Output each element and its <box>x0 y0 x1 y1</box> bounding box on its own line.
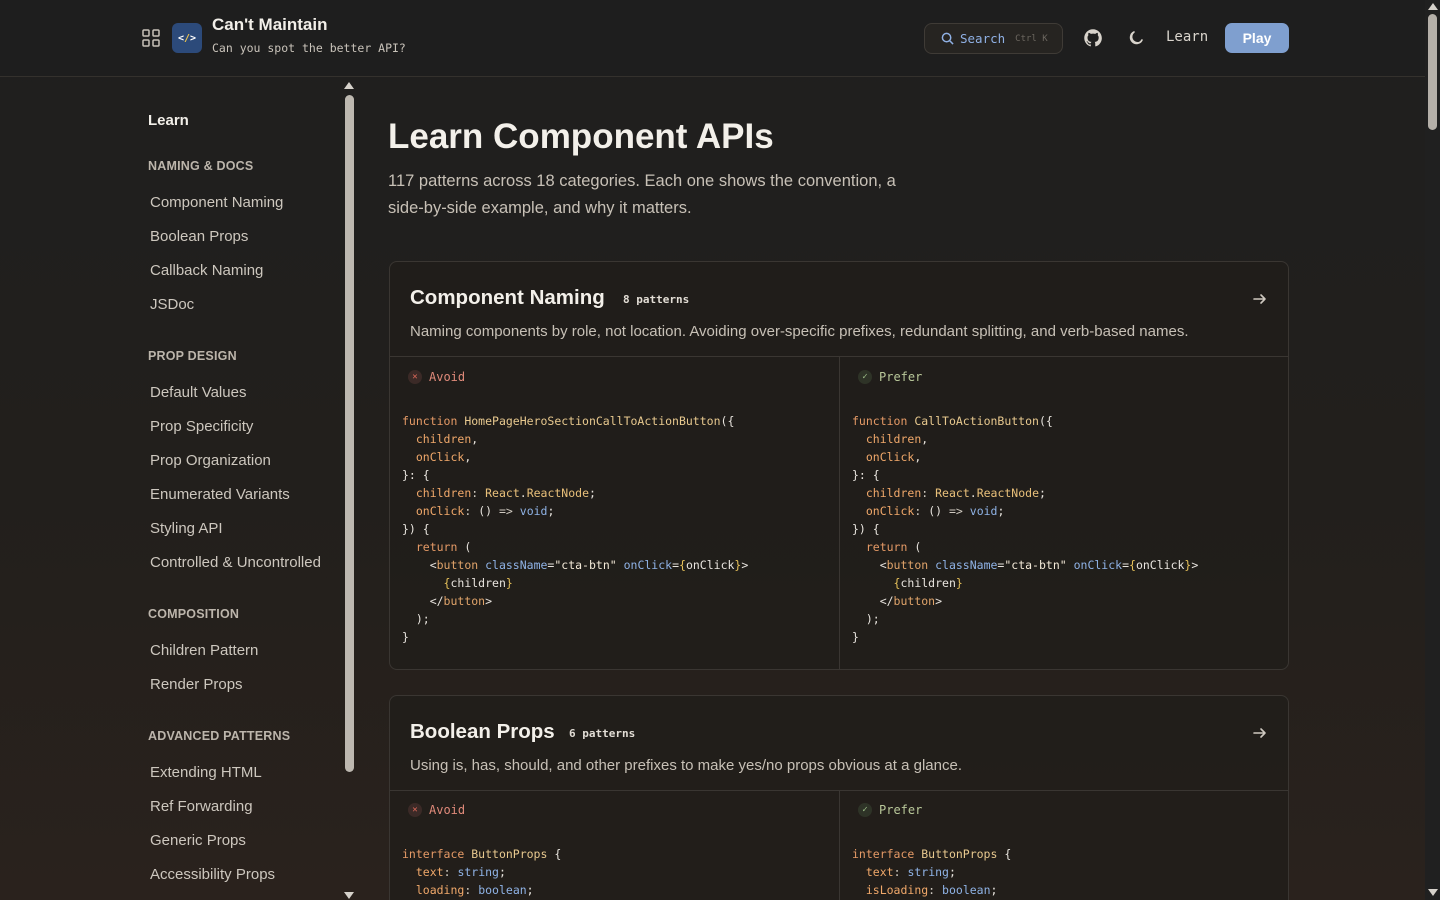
play-button[interactable]: Play <box>1225 23 1289 53</box>
app-subtitle: Can you spot the better API? <box>212 41 406 55</box>
sidebar-section-naming-docs: NAMING & DOCS <box>148 159 254 173</box>
page-title: Learn Component APIs <box>388 117 774 156</box>
sidebar-item-jsdoc[interactable]: JSDoc <box>150 296 194 313</box>
app-logo[interactable]: < / > <box>172 23 202 53</box>
card-title[interactable]: Component Naming <box>410 286 605 310</box>
card-pattern-count: 8 patterns <box>623 293 690 306</box>
sidebar-heading[interactable]: Learn <box>148 112 189 129</box>
page-scrollbar[interactable] <box>1425 0 1440 900</box>
github-icon[interactable] <box>1083 28 1103 48</box>
category-card-boolean-props[interactable]: Boolean Props 6 patterns Using is, has, … <box>389 695 1289 900</box>
sidebar-item-enumerated-variants[interactable]: Enumerated Variants <box>150 486 290 503</box>
sidebar-section-prop-design: PROP DESIGN <box>148 349 237 363</box>
check-icon: ✓ <box>858 803 872 817</box>
app-title[interactable]: Can't Maintain <box>212 15 328 35</box>
sidebar-scrollbar-thumb[interactable] <box>345 95 354 772</box>
search-button[interactable]: Search Ctrl K <box>924 23 1063 54</box>
sidebar-item-boolean-props[interactable]: Boolean Props <box>150 228 248 245</box>
column-divider <box>839 356 840 669</box>
check-icon: ✓ <box>858 370 872 384</box>
sidebar-item-prop-specificity[interactable]: Prop Specificity <box>150 418 253 435</box>
page-intro: 117 patterns across 18 categories. Each … <box>388 172 896 217</box>
card-description: Using is, has, should, and other prefixe… <box>410 757 962 774</box>
page-scroll-up-arrow[interactable] <box>1428 3 1438 10</box>
sidebar-section-advanced-patterns: ADVANCED PATTERNS <box>148 729 291 743</box>
sidebar-item-extending-html[interactable]: Extending HTML <box>150 764 262 781</box>
prefer-code-block: interface ButtonProps { text: string; is… <box>852 847 1012 897</box>
page-scroll-down-arrow[interactable] <box>1428 889 1438 896</box>
prefer-label: ✓ Prefer <box>858 370 922 384</box>
arrow-right-icon[interactable] <box>1252 291 1268 307</box>
sidebar-item-prop-organization[interactable]: Prop Organization <box>150 452 271 469</box>
page-scrollbar-thumb[interactable] <box>1428 14 1437 130</box>
sidebar-item-callback-naming[interactable]: Callback Naming <box>150 262 263 279</box>
x-icon: ✕ <box>408 370 422 384</box>
sidebar-scroll-down-arrow[interactable] <box>344 892 354 899</box>
sidebar-item-accessibility-props[interactable]: Accessibility Props <box>150 866 275 883</box>
grid-menu-icon[interactable] <box>142 29 160 47</box>
sidebar-scroll-up-arrow[interactable] <box>344 82 354 89</box>
avoid-label: ✕ Avoid <box>408 803 465 817</box>
sidebar-item-ref-forwarding[interactable]: Ref Forwarding <box>150 798 253 815</box>
prefer-code-block: function CallToActionButton({ children, … <box>852 414 1199 644</box>
sidebar-item-default-values[interactable]: Default Values <box>150 384 246 401</box>
avoid-label: ✕ Avoid <box>408 370 465 384</box>
sidebar-item-generic-props[interactable]: Generic Props <box>150 832 246 849</box>
card-title[interactable]: Boolean Props <box>410 720 555 744</box>
x-icon: ✕ <box>408 803 422 817</box>
arrow-right-icon[interactable] <box>1252 725 1268 741</box>
sidebar-section-composition: COMPOSITION <box>148 607 240 621</box>
card-description: Naming components by role, not location.… <box>410 323 1189 340</box>
sidebar-item-render-props[interactable]: Render Props <box>150 676 243 693</box>
theme-toggle-moon-icon[interactable] <box>1127 29 1145 47</box>
prefer-label: ✓ Prefer <box>858 803 922 817</box>
sidebar-item-styling-api[interactable]: Styling API <box>150 520 223 537</box>
search-label: Search <box>960 31 1006 46</box>
sidebar: Learn NAMING & DOCS Component Naming Boo… <box>0 77 342 900</box>
sidebar-item-children-pattern[interactable]: Children Pattern <box>150 642 258 659</box>
top-bar: < / > Can't Maintain Can you spot the bett… <box>0 0 1425 77</box>
column-divider <box>839 790 840 900</box>
avoid-code-block: function HomePageHeroSectionCallToAction… <box>402 414 749 644</box>
search-shortcut: Ctrl K <box>1015 33 1048 44</box>
avoid-code-block: interface ButtonProps { text: string; lo… <box>402 847 562 897</box>
nav-learn-link[interactable]: Learn <box>1166 29 1208 45</box>
sidebar-item-component-naming[interactable]: Component Naming <box>150 194 283 211</box>
sidebar-item-controlled-uncontrolled[interactable]: Controlled & Uncontrolled <box>150 554 321 571</box>
search-icon <box>941 32 954 45</box>
category-card-component-naming[interactable]: Component Naming 8 patterns Naming compo… <box>389 261 1289 670</box>
card-pattern-count: 6 patterns <box>569 727 636 740</box>
